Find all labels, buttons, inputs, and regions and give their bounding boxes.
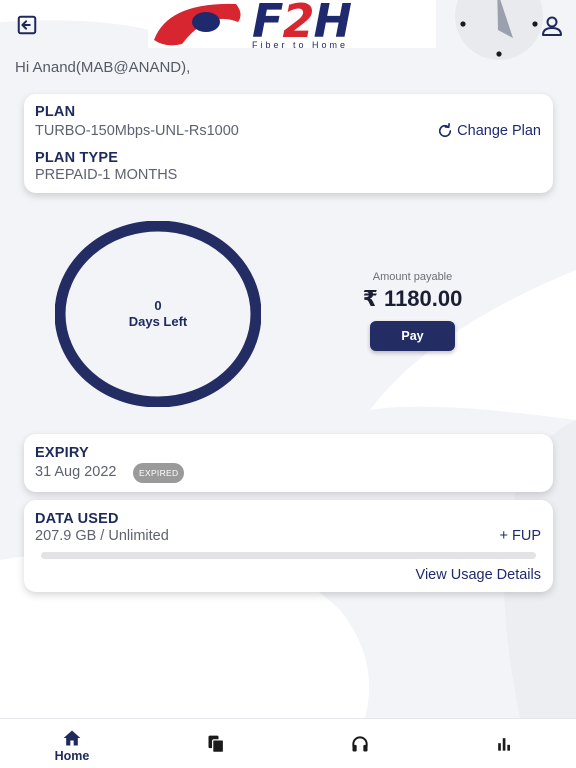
bottom-nav: Home <box>0 718 576 768</box>
data-used-label: DATA USED <box>35 511 119 527</box>
amount-payable-value: ₹ 1180.00 <box>362 286 463 311</box>
expiry-card: EXPIRY 31 Aug 2022 EXPIRED <box>24 434 553 492</box>
logout-icon[interactable] <box>16 14 38 36</box>
usage-progress-bar <box>41 552 536 559</box>
logo-swoosh-icon <box>154 3 241 46</box>
days-left-ring: 0 Days Left <box>55 221 261 407</box>
plan-type-label: PLAN TYPE <box>35 150 119 166</box>
change-plan-label: Change Plan <box>457 123 541 139</box>
user-icon[interactable] <box>540 14 564 38</box>
data-used-value: 207.9 GB / Unlimited <box>35 528 169 544</box>
days-left-count: 0 <box>154 298 162 313</box>
amount-payable-label: Amount payable <box>372 271 453 283</box>
greeting-text: Hi Anand(MAB@ANAND), <box>15 59 191 76</box>
refresh-icon <box>439 123 452 138</box>
app-header: F2H Fiber to Home Hi Anand(MAB@ANAND), <box>0 0 576 90</box>
days-left-label: Days Left <box>128 314 188 329</box>
logo-tagline: Fiber to Home <box>252 40 349 48</box>
fup-link[interactable]: + FUP <box>500 528 542 544</box>
bar-chart-icon <box>498 738 510 751</box>
plan-type-value: PREPAID-1 MONTHS <box>35 167 178 183</box>
nav-home-label: Home <box>54 749 90 763</box>
copy-icon <box>208 735 225 753</box>
nav-support[interactable] <box>288 719 432 768</box>
headset-icon <box>352 736 368 752</box>
data-used-card: DATA USED 207.9 GB / Unlimited + FUP Vie… <box>24 500 553 592</box>
change-plan-button[interactable]: Change Plan <box>436 122 541 140</box>
home-icon <box>63 730 81 746</box>
plan-card: PLAN TURBO-150Mbps-UNL-Rs1000 PLAN TYPE … <box>24 94 553 193</box>
nav-stats[interactable] <box>432 719 576 768</box>
f2h-logo: F2H Fiber to Home <box>148 0 436 48</box>
status-badge: EXPIRED <box>133 463 185 483</box>
nav-home[interactable]: Home <box>0 719 144 768</box>
clock-icon <box>455 0 543 60</box>
pay-button[interactable]: Pay <box>370 321 455 351</box>
view-usage-details-link[interactable]: View Usage Details <box>416 567 541 583</box>
expiry-date: 31 Aug 2022 <box>35 464 117 480</box>
plan-name: TURBO-150Mbps-UNL-Rs1000 <box>35 123 239 139</box>
expiry-label: EXPIRY <box>35 445 89 461</box>
nav-documents[interactable] <box>144 719 288 768</box>
plan-label: PLAN <box>35 104 76 120</box>
